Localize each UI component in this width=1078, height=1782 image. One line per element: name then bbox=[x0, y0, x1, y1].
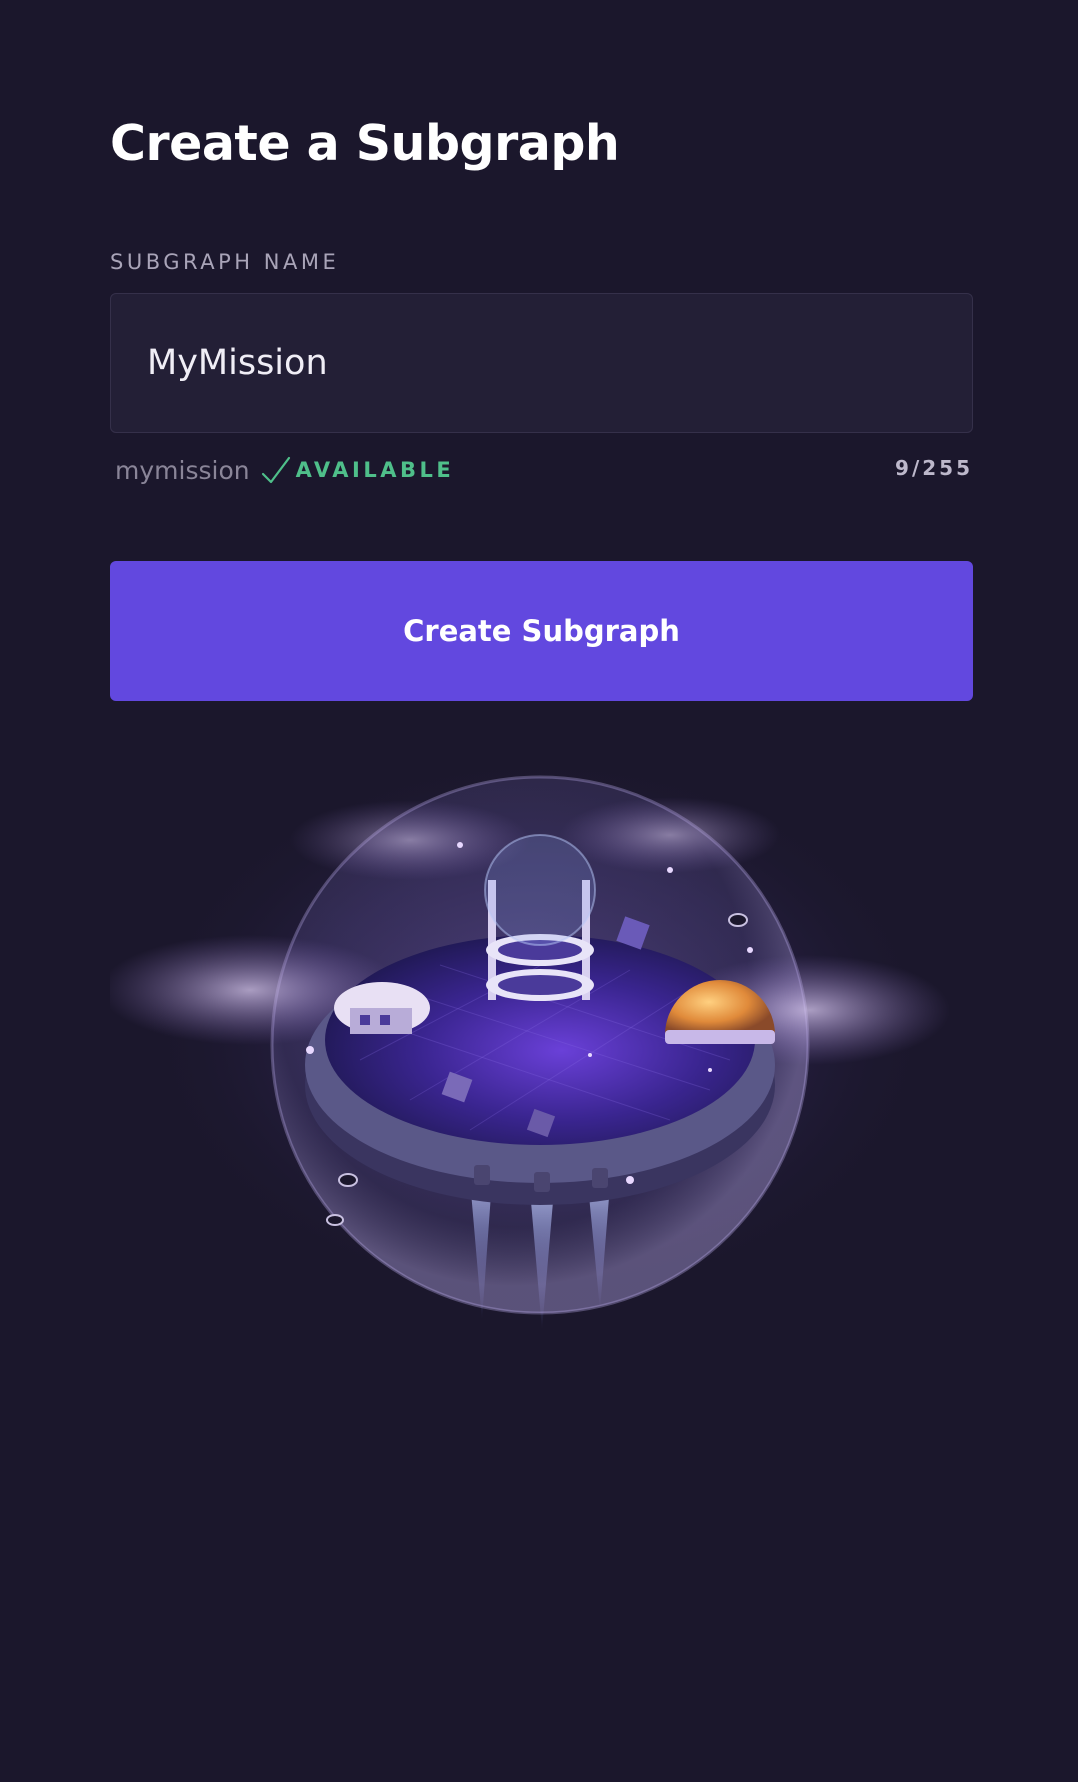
subgraph-name-label: SUBGRAPH NAME bbox=[110, 250, 340, 274]
subgraph-name-input[interactable] bbox=[110, 293, 973, 433]
check-icon bbox=[260, 454, 292, 486]
character-counter: 9/255 bbox=[895, 456, 973, 480]
slug-availability: mymission AVAILABLE bbox=[115, 452, 454, 488]
floating-island-illustration bbox=[100, 740, 973, 1360]
create-subgraph-page: Create a Subgraph SUBGRAPH NAME mymissio… bbox=[0, 0, 1078, 1782]
subgraph-slug: mymission bbox=[115, 455, 250, 485]
create-subgraph-button[interactable]: Create Subgraph bbox=[110, 561, 973, 701]
availability-status: AVAILABLE bbox=[295, 458, 455, 482]
page-title: Create a Subgraph bbox=[110, 115, 620, 172]
